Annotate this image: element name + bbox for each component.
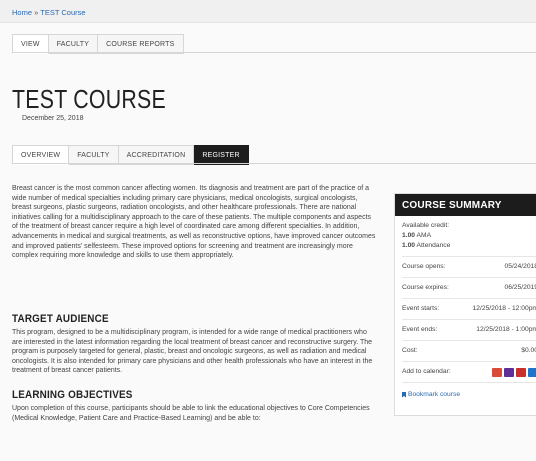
- bookmark-course-link[interactable]: Bookmark course: [402, 391, 536, 398]
- bookmark-label: Bookmark course: [408, 391, 461, 398]
- section-tabs-divider: [12, 163, 536, 164]
- target-audience-text: This program, designed to be a multidisc…: [12, 329, 373, 375]
- section-tabs: OVERVIEW FACULTY ACCREDITATION REGISTER: [12, 145, 249, 165]
- credit-label: Available credit:: [402, 222, 450, 229]
- course-opens-row: Course opens: 05/24/2018: [402, 257, 536, 278]
- cost-label: Cost:: [402, 347, 418, 354]
- ical-calendar-icon[interactable]: [516, 367, 526, 377]
- course-opens-value: 05/24/2018: [504, 263, 536, 270]
- tab-course-reports[interactable]: COURSE REPORTS: [98, 34, 184, 54]
- event-ends-label: Event ends:: [402, 326, 438, 333]
- google-calendar-icon[interactable]: [492, 367, 502, 377]
- tab-overview[interactable]: OVERVIEW: [12, 145, 70, 165]
- course-summary-title: COURSE SUMMARY: [395, 194, 536, 216]
- calendar-icons: [492, 362, 536, 382]
- credit-block: Available credit: 1.00 AMA 1.00 Attendan…: [402, 216, 536, 257]
- tab-faculty-section[interactable]: FACULTY: [69, 145, 119, 165]
- course-expires-label: Course expires:: [402, 284, 449, 291]
- course-date: December 25, 2018: [22, 115, 84, 122]
- page-title: TEST COURSE: [12, 84, 166, 114]
- event-ends-row: Event ends: 12/25/2018 - 1:00pm: [402, 320, 536, 341]
- course-expires-value: 06/25/2019: [504, 284, 536, 291]
- top-tabs: VIEW FACULTY COURSE REPORTS: [12, 34, 184, 54]
- cost-row: Cost: $0.00: [402, 341, 536, 362]
- breadcrumb-current-link[interactable]: TEST Course: [40, 8, 85, 17]
- add-to-calendar-row: Add to calendar:: [402, 362, 536, 383]
- tab-view[interactable]: VIEW: [12, 34, 49, 54]
- target-audience-heading: TARGET AUDIENCE: [12, 313, 109, 325]
- breadcrumb-bar: Home » TEST Course: [0, 0, 536, 23]
- event-starts-label: Event starts:: [402, 305, 440, 312]
- event-starts-row: Event starts: 12/25/2018 - 12:00pm: [402, 299, 536, 320]
- course-expires-row: Course expires: 06/25/2019: [402, 278, 536, 299]
- event-ends-value: 12/25/2018 - 1:00pm: [476, 326, 536, 333]
- breadcrumb-home-link[interactable]: Home: [12, 8, 32, 17]
- course-summary-panel: COURSE SUMMARY Available credit: 1.00 AM…: [394, 193, 536, 416]
- event-starts-value: 12/25/2018 - 12:00pm: [472, 305, 536, 312]
- cost-value: $0.00: [521, 347, 536, 354]
- course-opens-label: Course opens:: [402, 263, 446, 270]
- learning-objectives-heading: LEARNING OBJECTIVES: [12, 389, 133, 401]
- credit-ama: 1.00 AMA: [402, 232, 432, 239]
- tab-faculty[interactable]: FACULTY: [48, 34, 99, 54]
- add-to-calendar-label: Add to calendar:: [402, 368, 451, 375]
- learning-objectives-text: Upon completion of this course, particip…: [12, 405, 370, 422]
- tab-accreditation[interactable]: ACCREDITATION: [118, 145, 195, 165]
- outlook-calendar-icon[interactable]: [528, 367, 536, 377]
- breadcrumb-separator: »: [34, 8, 39, 17]
- tab-register[interactable]: REGISTER: [194, 145, 249, 165]
- yahoo-calendar-icon[interactable]: [504, 367, 514, 377]
- breadcrumb: Home » TEST Course: [12, 8, 86, 17]
- top-tabs-divider: [12, 52, 536, 53]
- overview-text: Breast cancer is the most common cancer …: [12, 185, 376, 260]
- bookmark-icon: [402, 391, 406, 398]
- credit-attendance: 1.00 Attendance: [402, 242, 451, 249]
